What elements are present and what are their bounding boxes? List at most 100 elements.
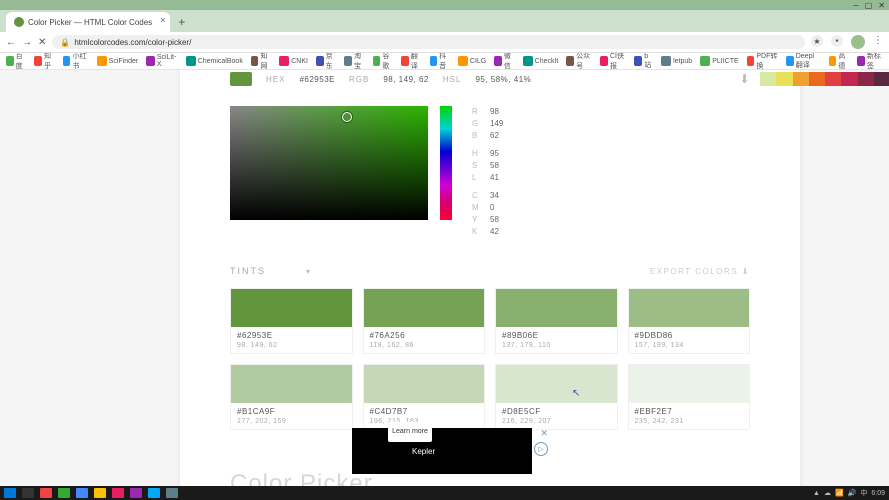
volume-icon[interactable]: 🔊 [848,489,857,497]
task-icon[interactable] [148,488,160,498]
task-icon[interactable] [40,488,52,498]
bookmarks-bar: 百度知乎小红书 SciFinder SciLit-X ChemicalBook 知网 CN… [0,53,889,70]
section-dropdown-icon[interactable]: ▾ [306,267,312,276]
hue-slider[interactable] [440,106,452,220]
mouse-cursor-icon: ↖ [572,388,580,399]
profile-avatar[interactable] [851,35,865,49]
bookmark-item[interactable]: 小红书 [63,53,89,70]
adchoices-icon[interactable]: ▷ [534,442,548,456]
bookmark-item[interactable]: Deepl翻译 [786,53,821,70]
palette-swatch[interactable] [874,72,889,86]
tray-icon[interactable]: ☁ [824,489,831,497]
download-icon[interactable]: ⬇ [739,72,750,86]
tint-swatch[interactable]: #B1CA9F177, 202, 159 [230,364,353,430]
rgb-value[interactable]: 98, 149, 62 [383,75,429,84]
task-icon[interactable] [112,488,124,498]
close-window-button[interactable]: ✕ [878,1,885,10]
tint-swatch[interactable]: #62953E98, 149, 62 [230,288,353,354]
tint-swatch[interactable]: #76A256118, 162, 86 [363,288,486,354]
lock-icon: 🔒 [60,38,70,47]
rgb-label: RGB [349,75,369,84]
browser-menu-icon[interactable]: ⋮ [873,35,883,49]
task-icon[interactable] [76,488,88,498]
tab-title: Color Picker — HTML Color Codes [28,18,152,27]
bookmark-item[interactable]: 新标签 [857,53,883,70]
color-readout: R98 G149 B62 H95 S58 L41 C34 M0 Y58 K42 [472,106,503,238]
palette-swatch[interactable] [776,72,792,86]
task-icon[interactable] [130,488,142,498]
palette-swatch[interactable] [825,72,841,86]
forward-button[interactable]: → [22,37,32,48]
bookmark-item[interactable]: SciLit-X [146,54,177,68]
tint-swatch[interactable]: #EBF2E7235, 242, 231 [628,364,751,430]
url-text: htmlcolorcodes.com/color-picker/ [74,38,191,47]
sv-cursor[interactable] [342,112,352,122]
maximize-button[interactable]: ▢ [865,1,873,10]
tint-swatch[interactable]: #9DBD86157, 189, 134 [628,288,751,354]
task-icon[interactable] [166,488,178,498]
tints-grid: #62953E98, 149, 62#76A256118, 162, 86#89… [230,288,750,430]
clock[interactable]: 6:09 [871,490,885,497]
bookmark-item[interactable]: 谷歌 [373,53,393,70]
tab-active[interactable]: Color Picker — HTML Color Codes ✕ [6,12,170,32]
task-icon[interactable] [94,488,106,498]
task-icon[interactable] [22,488,34,498]
bookmark-item[interactable]: CI快报 [600,53,626,70]
bookmark-item[interactable]: 知乎 [34,53,54,70]
bookmark-item[interactable]: CheckIt [523,56,559,66]
bookmark-item[interactable]: PLIICTE [700,56,738,66]
address-bar[interactable]: 🔒 htmlcolorcodes.com/color-picker/ [52,35,805,49]
taskbar[interactable]: ▲ ☁ 📶 🔊 中 6:09 [0,486,889,500]
tray-icon[interactable]: ▲ [813,490,820,497]
bookmark-item[interactable]: CILG [458,56,486,66]
saturation-value-panel[interactable] [230,106,428,220]
bookmark-item[interactable]: CNKI [279,56,308,66]
tint-swatch[interactable]: #C4D7B7196, 215, 183 [363,364,486,430]
minimize-button[interactable]: ─ [853,1,859,10]
bookmark-item[interactable]: 抖音 [430,53,450,70]
back-button[interactable]: ← [6,37,16,48]
tint-swatch[interactable]: #D8E5CF216, 229, 207 [495,364,618,430]
hex-label: HEX [266,75,285,84]
bookmark-item[interactable]: letpub [661,56,692,66]
palette-swatch[interactable] [858,72,874,86]
new-tab-button[interactable]: + [172,12,191,32]
bookmark-item[interactable]: 百度 [6,53,26,70]
quick-palette[interactable] [760,72,889,86]
palette-swatch[interactable] [760,72,776,86]
section-title[interactable]: TINTS [230,266,266,276]
ime-icon[interactable]: 中 [860,488,867,498]
export-colors-button[interactable]: EXPORT COLORS ⬇ [650,267,750,276]
bookmark-item[interactable]: 翻译 [401,53,421,70]
bookmark-item[interactable]: 公众号 [566,53,592,70]
hsl-label: HSL [443,75,462,84]
tab-strip: Color Picker — HTML Color Codes ✕ + [0,10,889,32]
task-icon[interactable] [58,488,70,498]
start-button[interactable] [4,488,16,498]
hsl-value[interactable]: 95, 58%, 41% [475,75,531,84]
bookmark-item[interactable]: PDF转换 [747,53,778,70]
tab-close-icon[interactable]: ✕ [159,16,166,25]
bookmark-item[interactable]: 微信 [494,53,514,70]
bookmark-item[interactable]: SciFinder [97,56,139,66]
bookmark-item[interactable]: 高德 [829,53,849,70]
ad-cta-button[interactable]: Learn more [388,422,432,442]
bookmark-item[interactable]: 知网 [251,53,271,70]
bookmark-item[interactable]: b站 [634,53,653,70]
bookmark-item[interactable]: 京东 [316,53,336,70]
wifi-icon[interactable]: 📶 [835,489,844,497]
extension-icon[interactable]: ★ [811,35,823,47]
palette-swatch[interactable] [809,72,825,86]
translate-icon[interactable]: ⭑ [831,35,843,47]
palette-swatch[interactable] [841,72,857,86]
ad-banner[interactable]: Learn more Kepler ✕ ▷ [352,428,532,474]
bookmark-item[interactable]: 淘宝 [344,53,364,70]
bookmark-item[interactable]: ChemicalBook [186,56,243,66]
system-tray[interactable]: ▲ ☁ 📶 🔊 中 6:09 [813,488,885,498]
hex-value[interactable]: #62953E [299,75,335,84]
color-chip [230,72,252,86]
stop-reload-button[interactable]: ✕ [38,37,46,48]
palette-swatch[interactable] [793,72,809,86]
ad-close-icon[interactable]: ✕ [540,428,548,439]
tint-swatch[interactable]: #89B06E137, 179, 110 [495,288,618,354]
